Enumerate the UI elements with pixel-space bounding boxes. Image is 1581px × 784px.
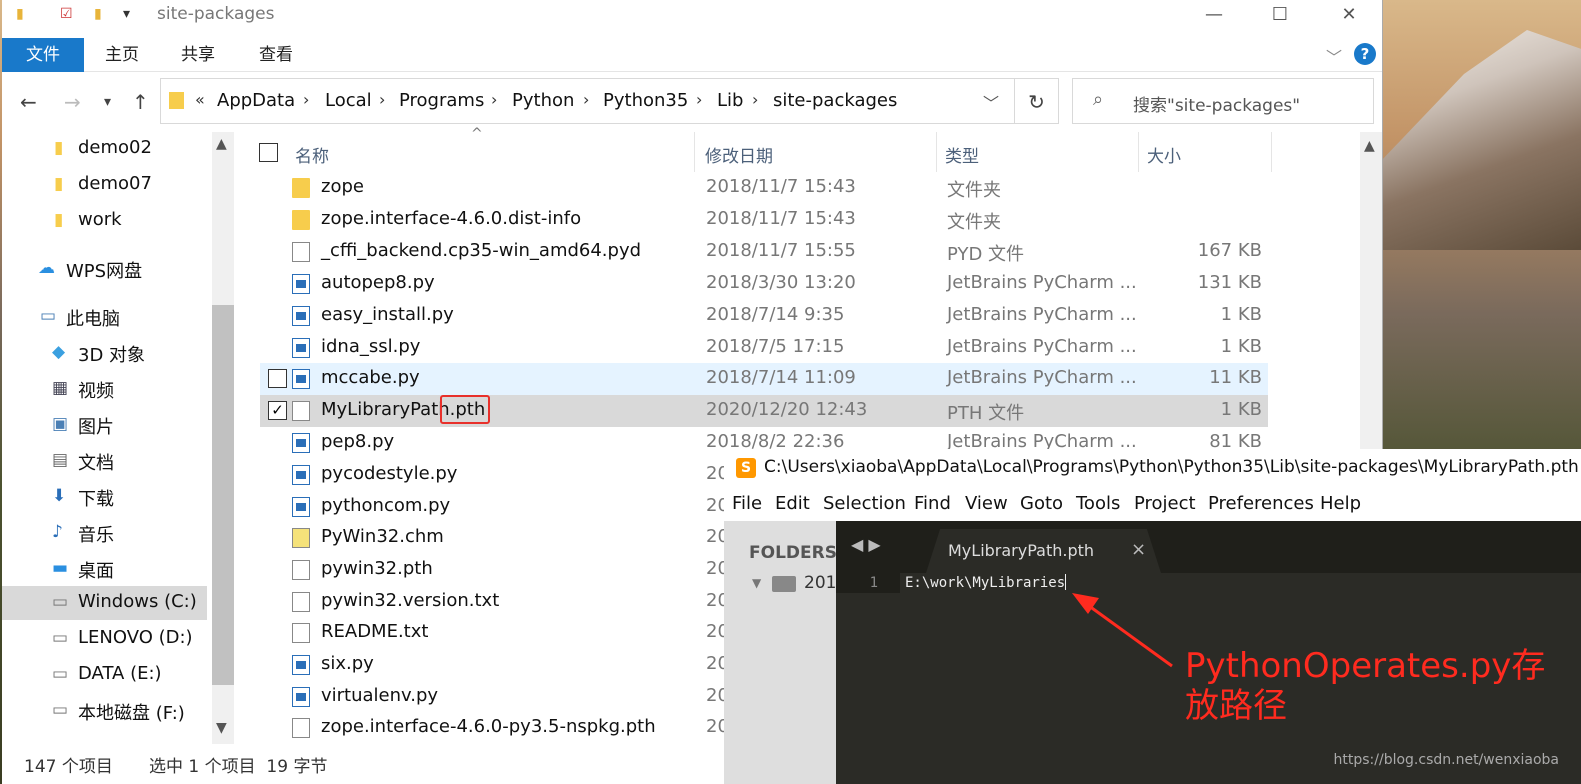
arrow-line (1084, 601, 1173, 668)
watermark: https://blog.csdn.net/wenxiaoba (1333, 752, 1559, 768)
annotation-text: PythonOperates.py存放路径 (1185, 646, 1546, 726)
